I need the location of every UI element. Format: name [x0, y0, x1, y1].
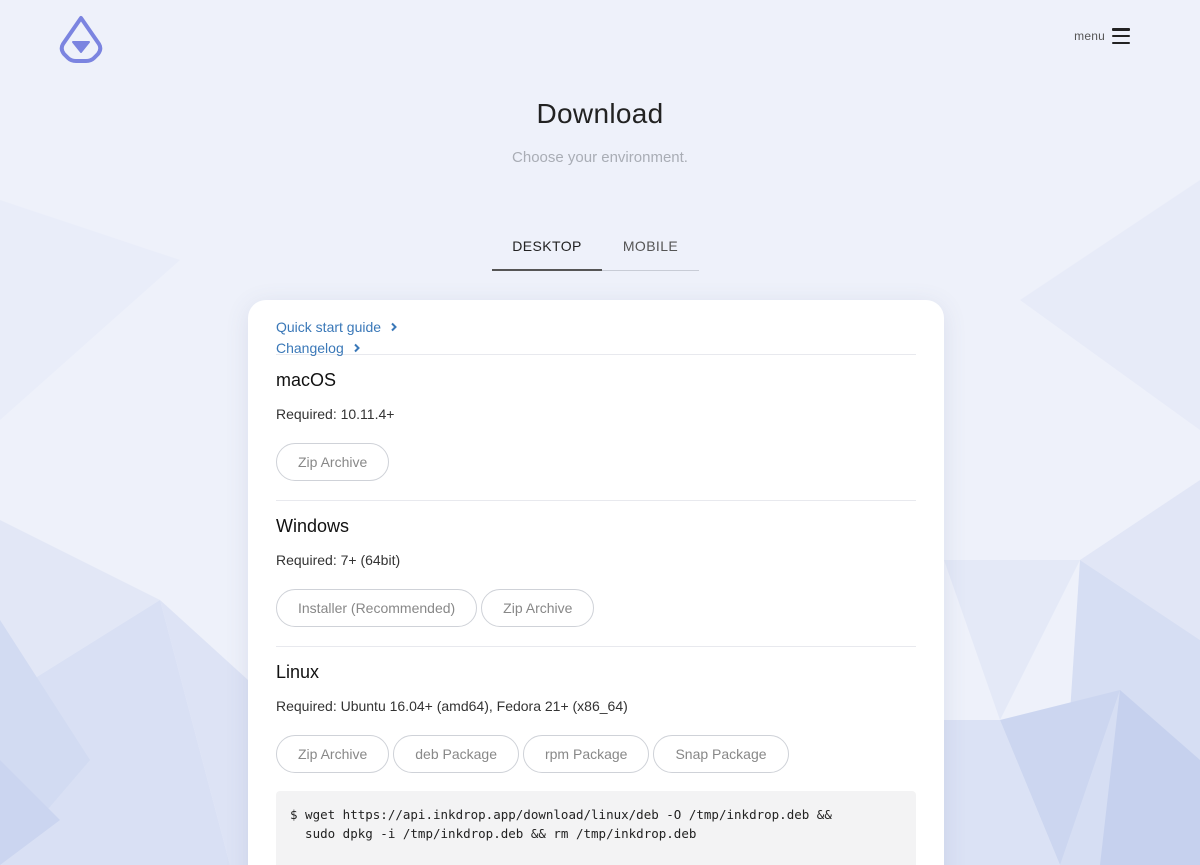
- linux-deb-package-button[interactable]: deb Package: [393, 735, 519, 773]
- section-windows: Windows Required: 7+ (64bit) Installer (…: [276, 500, 916, 646]
- section-title-macos: macOS: [276, 370, 337, 390]
- page-subtitle: Choose your environment.: [512, 149, 688, 166]
- platform-tabs: DESKTOP MOBILE: [492, 222, 699, 271]
- macos-zip-archive-button[interactable]: Zip Archive: [276, 443, 390, 481]
- section-title-windows: Windows: [276, 516, 350, 536]
- download-buttons-windows: Installer (Recommended) Zip Archive: [276, 589, 916, 627]
- inkdrop-logo-icon[interactable]: [58, 14, 104, 64]
- section-linux: Linux Required: Ubuntu 16.04+ (amd64), F…: [276, 646, 916, 865]
- download-buttons-linux: Zip Archive deb Package rpm Package Snap…: [276, 735, 916, 773]
- linux-snap-package-button[interactable]: Snap Package: [653, 735, 789, 773]
- linux-install-command[interactable]: $ wget https://api.inkdrop.app/download/…: [276, 791, 916, 865]
- quick-start-guide-link[interactable]: Quick start guide: [276, 316, 916, 337]
- card-links: Quick start guide Changelog: [276, 300, 916, 356]
- download-page: menu Download Choose your environment. D…: [0, 0, 1200, 865]
- requirement-macos: Required: 10.11.4+: [276, 406, 395, 422]
- download-buttons-macos: Zip Archive: [276, 443, 916, 481]
- tab-desktop[interactable]: DESKTOP: [492, 222, 602, 271]
- chevron-right-icon: [391, 322, 397, 331]
- quick-start-guide-label: Quick start guide: [276, 318, 382, 335]
- hamburger-icon: [1112, 28, 1130, 44]
- chevron-right-icon: [354, 343, 360, 352]
- page-title: Download: [536, 98, 664, 129]
- menu-label: menu: [1074, 29, 1105, 43]
- download-card: Quick start guide Changelog macOS Requir…: [248, 300, 944, 865]
- windows-zip-archive-button[interactable]: Zip Archive: [481, 589, 595, 627]
- changelog-label: Changelog: [276, 339, 344, 356]
- windows-installer-button[interactable]: Installer (Recommended): [276, 589, 478, 627]
- menu-button[interactable]: menu: [1074, 28, 1130, 44]
- tab-mobile[interactable]: MOBILE: [602, 222, 699, 270]
- section-macos: macOS Required: 10.11.4+ Zip Archive: [276, 354, 916, 500]
- requirement-linux: Required: Ubuntu 16.04+ (amd64), Fedora …: [276, 698, 628, 714]
- section-title-linux: Linux: [276, 662, 320, 682]
- requirement-windows: Required: 7+ (64bit): [276, 552, 401, 568]
- linux-rpm-package-button[interactable]: rpm Package: [522, 735, 650, 773]
- linux-zip-archive-button[interactable]: Zip Archive: [276, 735, 390, 773]
